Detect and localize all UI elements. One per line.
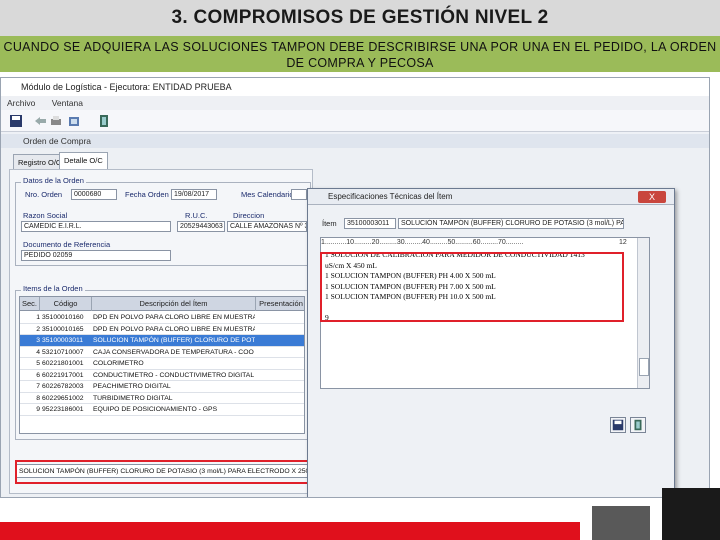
menu-ventana[interactable]: Ventana — [52, 98, 83, 108]
mes-calendario-label: Mes Calendario — [241, 190, 294, 199]
table-cell-sec: 4 — [36, 348, 40, 356]
item-code-field[interactable]: 35100003011 — [344, 218, 396, 229]
datos-group-label: Datos de la Orden — [21, 176, 86, 185]
fecha-orden-label: Fecha Orden — [125, 190, 169, 199]
items-group-label: Items de la Orden — [21, 284, 85, 293]
table-row[interactable]: 7 60226782003 PEACHIMETRO DIGITAL — [20, 381, 304, 393]
open-icon[interactable] — [67, 114, 81, 128]
table-cell-sec: 1 — [36, 314, 40, 321]
table-cell-desc: DPD EN POLVO PARA CLORO LIBRE EN MUESTRA — [93, 314, 255, 321]
table-row[interactable]: 6 60221917001 CONDUCTIMETRO - CONDUCTIVIME… — [20, 370, 304, 381]
table-row[interactable]: 1 35100010160 DPD EN POLVO PARA CLORO LIBR… — [20, 312, 304, 324]
table-cell-codigo: 60226782003 — [42, 383, 84, 390]
mes-calendario-field[interactable] — [291, 189, 307, 200]
table-cell-codigo: 53210710007 — [42, 348, 84, 356]
table-row[interactable]: 5 60221801001 COLORIMETRO — [20, 358, 304, 370]
table-row[interactable]: 3 35100003011 SOLUCION TAMPÓN (BUFFER) CLO… — [20, 335, 304, 347]
table-row[interactable]: 4 53210710007 CAJA CONSERVADORA DE TEMPERA… — [20, 347, 304, 358]
table-cell-desc: EQUIPO DE POSICIONAMIENTO - GPS — [93, 406, 218, 413]
footer-gray-block — [592, 506, 650, 540]
app-screenshot: Módulo de Logística - Ejecutora: ENTIDAD… — [0, 77, 710, 498]
save-icon[interactable] — [9, 114, 23, 128]
slide-subtitle: CUANDO SE ADQUIERA LAS SOLUCIONES TAMPON… — [0, 36, 720, 72]
nro-orden-field[interactable]: 0000680 — [71, 189, 117, 200]
footer-black-block — [662, 488, 720, 540]
items-table-header: Sec. Código Descripción del Ítem Present… — [20, 297, 304, 311]
direccion-field[interactable]: CALLE AMAZONAS Nº 364 — [227, 221, 307, 232]
specs-ruler-end: 12 — [619, 239, 627, 246]
table-row[interactable]: 8 60229651002 TURBIDIMETRO DIGITAL — [20, 393, 304, 404]
table-cell-sec: 5 — [36, 360, 40, 367]
dialog-close-button[interactable]: X — [638, 191, 666, 203]
dialog-title: Especificaciones Técnicas del Ítem — [308, 189, 674, 205]
exit-dialog-icon[interactable] — [630, 417, 646, 433]
table-cell-sec: 9 — [36, 406, 40, 413]
col-presentacion[interactable]: Presentación — [256, 297, 304, 311]
col-sec[interactable]: Sec. — [20, 297, 40, 311]
toolbar — [1, 110, 709, 132]
tab-detalle[interactable]: Detalle O/C — [59, 152, 108, 169]
table-cell-codigo: 95223186001 — [42, 406, 84, 413]
table-cell-sec: 8 — [36, 394, 40, 402]
slide-title: 3. COMPROMISOS DE GESTIÓN NIVEL 2 — [0, 0, 720, 36]
table-cell-codigo: 35100003011 — [42, 337, 84, 344]
ruc-field[interactable]: 20529443063 — [177, 221, 225, 232]
direccion-label: Direccion — [233, 211, 265, 220]
table-cell-desc: COLORIMETRO — [93, 360, 144, 367]
col-descripcion[interactable]: Descripción del Ítem — [92, 297, 256, 311]
undo-icon[interactable] — [33, 114, 47, 128]
items-table: Sec. Código Descripción del Ítem Present… — [19, 296, 305, 434]
specs-scrollbar[interactable] — [637, 238, 649, 388]
table-cell-sec: 7 — [36, 383, 40, 390]
ruc-label: R.U.C. — [185, 211, 208, 220]
highlight-description-box — [15, 460, 355, 484]
table-row[interactable]: 2 35100010165 DPD EN POLVO PARA CLORO LIBR… — [20, 324, 304, 335]
table-cell-desc: SOLUCION TAMPÓN (BUFFER) CLORURO DE POTA — [93, 337, 255, 344]
table-cell-codigo: 35100010160 — [42, 314, 84, 321]
doc-referencia-label: Documento de Referencia — [23, 240, 111, 249]
table-cell-codigo: 60221917001 — [42, 371, 84, 379]
table-cell-sec: 3 — [36, 337, 40, 344]
print-icon[interactable] — [49, 114, 63, 128]
col-codigo[interactable]: Código — [40, 297, 92, 311]
fecha-orden-field[interactable]: 19/08/2017 — [171, 189, 217, 200]
highlight-specs-box — [320, 252, 624, 322]
menu-archivo[interactable]: Archivo — [7, 98, 35, 108]
footer-red-bar — [0, 522, 580, 540]
scrollbar-thumb[interactable] — [639, 358, 649, 376]
nro-orden-label: Nro. Orden — [25, 190, 63, 199]
orden-window-title: Orden de Compra — [1, 134, 709, 148]
table-cell-desc: CONDUCTIMETRO - CONDUCTIVIMETRO DIGITAL — [93, 371, 255, 379]
exit-icon[interactable] — [97, 114, 111, 128]
doc-referencia-field[interactable]: PEDIDO 02059 — [21, 250, 171, 261]
table-cell-desc: PEACHIMETRO DIGITAL — [93, 383, 171, 390]
table-cell-sec: 2 — [36, 325, 40, 333]
especificaciones-dialog: Especificaciones Técnicas del Ítem X Íte… — [307, 188, 675, 497]
menu-bar: Archivo Ventana — [1, 96, 709, 110]
item-label: Ítem — [322, 219, 337, 228]
table-cell-desc: DPD EN POLVO PARA CLORO LIBRE EN MUESTRA — [93, 325, 255, 333]
razon-social-label: Razon Social — [23, 211, 68, 220]
window-title: Módulo de Logística - Ejecutora: ENTIDAD… — [1, 78, 709, 96]
razon-social-field[interactable]: CAMEDIC E.I.R.L. — [21, 221, 171, 232]
table-cell-desc: CAJA CONSERVADORA DE TEMPERATURA - COO — [93, 348, 254, 356]
specs-ruler: 1...........10.........20.........30....… — [321, 239, 524, 246]
table-cell-codigo: 60221801001 — [42, 360, 84, 367]
table-cell-desc: TURBIDIMETRO DIGITAL — [93, 394, 173, 402]
save-specs-icon[interactable] — [610, 417, 626, 433]
table-cell-codigo: 60229651002 — [42, 394, 84, 402]
item-desc-field[interactable]: SOLUCIÓN TAMPÓN (BUFFER) CLORURO DE POTA… — [398, 218, 624, 229]
table-cell-codigo: 35100010165 — [42, 325, 84, 333]
table-cell-sec: 6 — [36, 371, 40, 379]
table-row[interactable]: 9 95223186001 EQUIPO DE POSICIONAMIENTO - … — [20, 404, 304, 416]
